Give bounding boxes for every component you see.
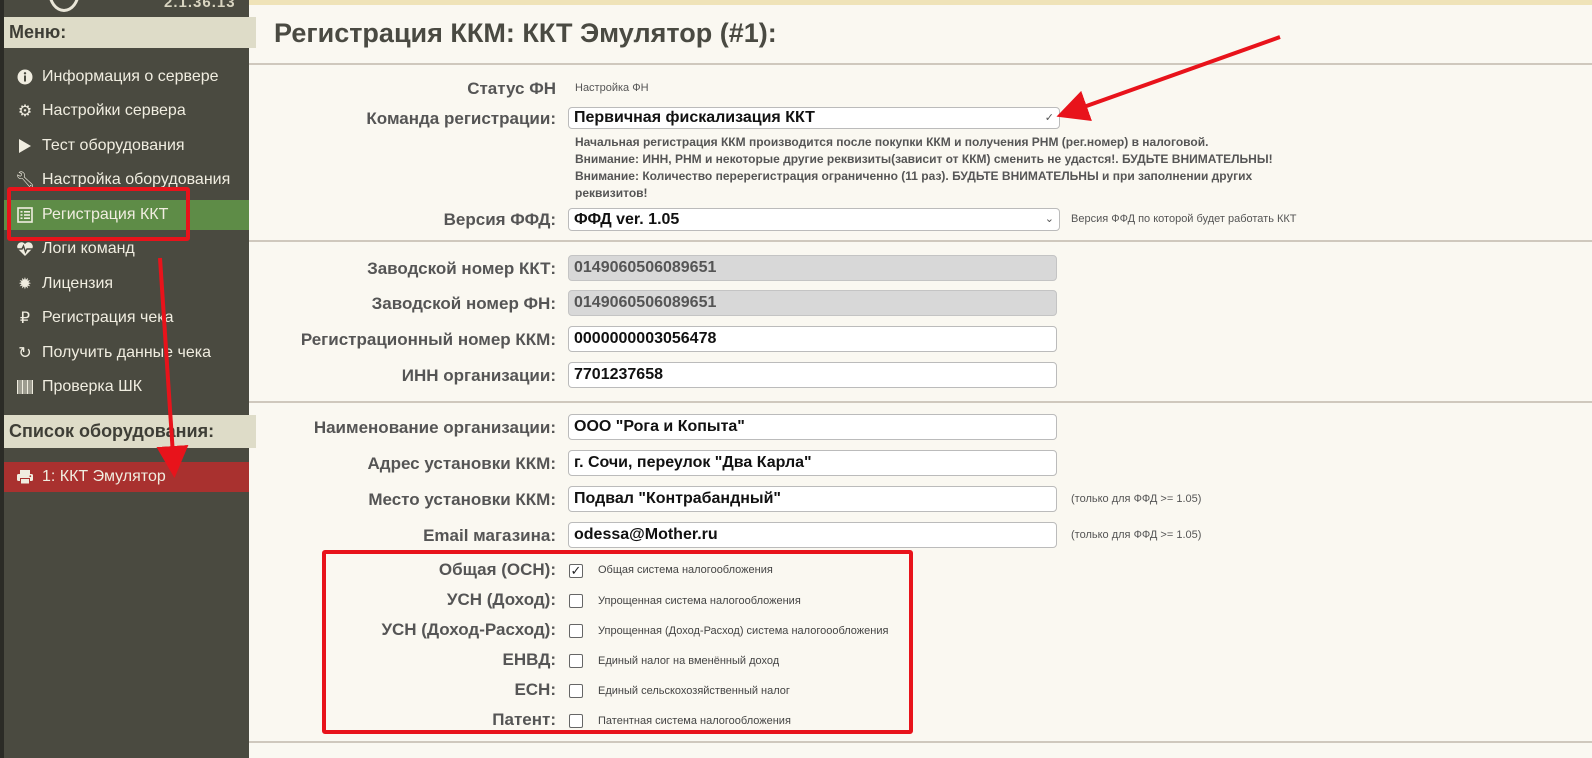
tax-desc-usn-income: Упрощенная система налогообложения: [598, 595, 801, 607]
gears-icon: ⚙: [17, 103, 33, 120]
org-name-label: Наименование организации:: [313, 418, 556, 437]
note-line: Внимание: Количество перерегистрация огр…: [575, 169, 1253, 200]
fn-serial-input: 0149060506089651: [568, 290, 1057, 316]
tax-label-usn-income: УСН (Доход):: [446, 590, 556, 609]
page-title: Регистрация ККМ: ККТ Эмулятор (#1):: [274, 18, 777, 48]
top-accent-bar: [249, 0, 1592, 5]
ffd-hint: Версия ФФД по которой будет работать ККТ: [1071, 213, 1297, 225]
tax-checkbox-esn[interactable]: [569, 684, 583, 698]
inn-input[interactable]: 7701237658: [568, 362, 1057, 388]
tax-label-osn: Общая (ОСН):: [438, 560, 556, 579]
org-name-input[interactable]: ООО "Рога и Копыта": [568, 414, 1057, 440]
sidebar-item-label: Настройки сервера: [42, 102, 186, 119]
reg-command-select[interactable]: Первичная фискализация ККТ ✓: [568, 107, 1060, 129]
sidebar-item-label: Регистрация ККТ: [42, 206, 169, 223]
tax-desc-envd: Единый налог на вменённый доход: [598, 655, 780, 667]
barcode-icon: [15, 379, 35, 395]
tax-label-esn: ЕСН:: [514, 680, 556, 699]
note-line: Внимание: ИНН, РНМ и некоторые другие ре…: [575, 152, 1273, 166]
note-line: Начальная регистрация ККМ производится п…: [575, 135, 1209, 149]
fn-status-value: Настройка ФН: [575, 82, 649, 94]
sidebar-item-label: Логи команд: [42, 240, 135, 257]
info-circle-icon: [15, 69, 35, 85]
email-input[interactable]: odessa@Mother.ru: [568, 522, 1057, 548]
tax-checkbox-usn-income[interactable]: [569, 594, 583, 608]
tax-checkbox-patent[interactable]: [569, 714, 583, 728]
place-label: Место установки ККМ:: [368, 490, 556, 509]
place-hint: (только для ФФД >= 1.05): [1071, 493, 1202, 505]
chevron-down-icon: ⌄: [1044, 213, 1054, 225]
certificate-icon: ✹: [18, 276, 32, 293]
sidebar-item-label: Проверка ШК: [42, 378, 143, 395]
sidebar-item-label: 1: ККТ Эмулятор: [42, 468, 166, 485]
sidebar-item-label: Лицензия: [42, 275, 114, 292]
ffd-label: Версия ФФД:: [443, 210, 556, 229]
tax-label-patent: Патент:: [492, 710, 556, 729]
sidebar-item-receipt-registration[interactable]: ₽ Регистрация чека: [4, 303, 249, 333]
email-label: Email магазина:: [423, 526, 556, 545]
section-divider: [249, 63, 1592, 65]
ruble-icon: ₽: [19, 310, 31, 327]
reg-command-value: Первичная фискализация ККТ: [574, 109, 815, 126]
ffd-select[interactable]: ФФД ver. 1.05 ⌄: [568, 208, 1060, 231]
tax-label-usn-income-expense: УСН (Доход-Расход):: [381, 620, 556, 639]
devices-header: Список оборудования:: [4, 415, 256, 448]
tax-checkbox-envd[interactable]: [569, 654, 583, 668]
list-alt-icon: [15, 207, 35, 223]
section-divider: [249, 240, 1592, 242]
fn-serial-label: Заводской номер ФН:: [371, 294, 556, 313]
sidebar-item-hardware-test[interactable]: Тест оборудования: [4, 131, 249, 161]
reg-number-input[interactable]: 0000000003056478: [568, 326, 1057, 352]
section-divider: [249, 741, 1592, 743]
section-divider: [249, 401, 1592, 403]
address-input[interactable]: г. Сочи, переулок "Два Карла": [568, 450, 1057, 476]
arrow-to-command-select: [1056, 35, 1281, 122]
device-item-kkt-emulator[interactable]: 1: ККТ Эмулятор: [4, 462, 249, 492]
address-label: Адрес установки ККМ:: [367, 454, 557, 473]
tax-desc-esn: Единый сельскохозяйственный налог: [598, 685, 790, 697]
sidebar-item-command-logs[interactable]: Логи команд: [4, 234, 249, 264]
sidebar-item-server-info[interactable]: Информация о сервере: [4, 62, 249, 92]
printer-icon: [15, 469, 35, 485]
sidebar-item-label: Информация о сервере: [42, 68, 219, 85]
sidebar-item-label: Тест оборудования: [42, 137, 185, 154]
chevron-down-icon: ✓: [1044, 112, 1054, 124]
ffd-value: ФФД ver. 1.05: [574, 211, 680, 228]
wrench-icon: 🔧︎: [14, 172, 36, 189]
annotation-box-taxes: [322, 550, 913, 734]
reg-number-label: Регистрационный номер ККМ:: [300, 330, 556, 349]
sidebar-item-label: Получить данные чека: [42, 344, 211, 361]
logo-icon: [48, 0, 80, 12]
kkt-serial-input: 0149060506089651: [568, 255, 1057, 281]
sidebar-item-kkt-registration[interactable]: Регистрация ККТ: [4, 200, 249, 230]
sidebar-item-label: Регистрация чека: [42, 309, 174, 326]
place-input[interactable]: Подвал "Контрабандный": [568, 486, 1057, 512]
kkt-serial-label: Заводской номер ККТ:: [367, 259, 556, 278]
sidebar-item-license[interactable]: ✹ Лицензия: [4, 269, 249, 299]
inn-label: ИНН организации:: [401, 366, 556, 385]
tax-label-envd: ЕНВД:: [502, 650, 556, 669]
heartbeat-icon: [15, 241, 35, 257]
sidebar-item-label: Настройка оборудования: [42, 171, 231, 188]
tax-checkbox-osn[interactable]: ✓: [569, 564, 583, 578]
tax-desc-osn: Общая система налогообложения: [598, 564, 773, 576]
play-icon: [15, 138, 35, 154]
registration-notes: Начальная регистрация ККМ производится п…: [575, 134, 1295, 202]
sidebar-item-barcode-check[interactable]: Проверка ШК: [4, 372, 249, 402]
sidebar-item-server-settings[interactable]: ⚙ Настройки сервера: [4, 96, 249, 126]
email-hint: (только для ФФД >= 1.05): [1071, 529, 1202, 541]
refresh-icon: ↻: [18, 345, 32, 362]
fn-status-label: Статус ФН: [467, 79, 556, 98]
sidebar-item-get-receipt-data[interactable]: ↻ Получить данные чека: [4, 338, 249, 368]
tax-checkbox-usn-income-expense[interactable]: [569, 624, 583, 638]
version-label: 2.1.36.13: [164, 0, 236, 11]
tax-desc-patent: Патентная система налогообложения: [598, 715, 791, 727]
tax-desc-usn-income-expense: Упрощенная (Доход-Расход) система налого…: [598, 625, 889, 637]
reg-command-label: Команда регистрации:: [366, 109, 556, 128]
sidebar-item-hardware-settings[interactable]: 🔧︎ Настройка оборудования: [4, 165, 249, 195]
menu-header: Меню:: [4, 17, 256, 48]
